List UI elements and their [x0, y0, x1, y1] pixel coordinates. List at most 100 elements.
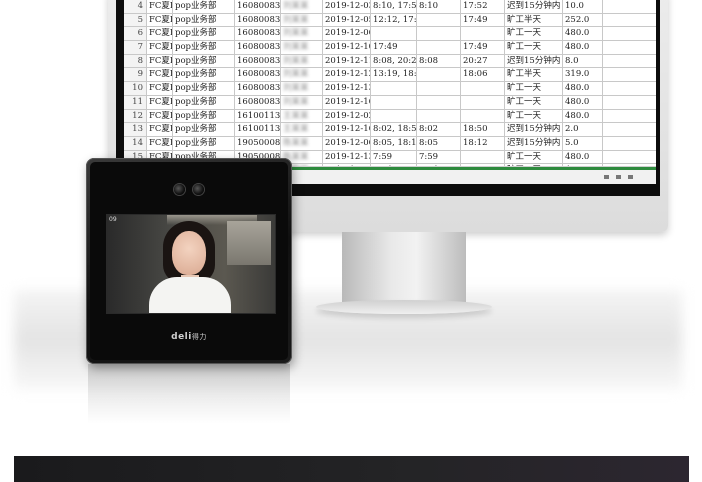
row-number[interactable]: 14	[124, 136, 146, 150]
empty-cell[interactable]	[602, 82, 656, 95]
amount-cell[interactable]: 480.0	[562, 150, 602, 164]
empty-cell[interactable]	[602, 0, 656, 13]
date-cell[interactable]: 2019-12-16	[322, 123, 370, 136]
employee-name-cell[interactable]: 刘某某	[280, 27, 322, 41]
row-number[interactable]: 13	[124, 123, 146, 136]
row-number[interactable]: 7	[124, 41, 146, 54]
employee-id-cell[interactable]: 16100113	[234, 109, 280, 123]
empty-cell[interactable]	[602, 13, 656, 27]
company-cell[interactable]: FC夏B	[146, 0, 172, 13]
clock-out-cell[interactable]: 18:50	[460, 123, 504, 136]
company-cell[interactable]: FC夏B	[146, 54, 172, 68]
status-cell[interactable]: 迟到15分钟内	[504, 0, 562, 13]
employee-id-cell[interactable]: 16080083	[234, 0, 280, 13]
punch-times-cell[interactable]: 8:10, 17:52	[370, 0, 416, 13]
empty-cell[interactable]	[602, 109, 656, 123]
dept-cell[interactable]: pop业务部	[172, 27, 234, 41]
amount-cell[interactable]: 480.0	[562, 95, 602, 109]
date-cell[interactable]: 2019-12-10	[322, 41, 370, 54]
date-cell[interactable]: 2019-12-06	[322, 136, 370, 150]
status-cell[interactable]: 旷工一天	[504, 95, 562, 109]
employee-name-cell[interactable]: 刘某某	[280, 95, 322, 109]
view-pagebreak-icon[interactable]	[628, 175, 633, 179]
clock-in-cell[interactable]: 8:05	[416, 136, 460, 150]
clock-out-cell[interactable]: 17:49	[460, 13, 504, 27]
employee-id-cell[interactable]: 16080083	[234, 82, 280, 95]
device-display[interactable]: 09	[106, 214, 276, 314]
punch-times-cell[interactable]: 8:08, 20:27	[370, 54, 416, 68]
clock-out-cell[interactable]: 18:12	[460, 136, 504, 150]
punch-times-cell[interactable]: 13:19, 18:0	[370, 68, 416, 82]
status-cell[interactable]: 旷工半天	[504, 13, 562, 27]
status-cell[interactable]: 迟到15分钟内	[504, 123, 562, 136]
clock-in-cell[interactable]: 7:59	[416, 150, 460, 164]
dept-cell[interactable]: pop业务部	[172, 136, 234, 150]
dept-cell[interactable]: pop业务部	[172, 13, 234, 27]
date-cell[interactable]: 2019-12-13	[322, 150, 370, 164]
company-cell[interactable]: FC夏B	[146, 27, 172, 41]
employee-id-cell[interactable]: 16100113	[234, 123, 280, 136]
status-cell[interactable]: 旷工一天	[504, 27, 562, 41]
status-cell[interactable]: 旷工一天	[504, 109, 562, 123]
employee-id-cell[interactable]: 16080083	[234, 68, 280, 82]
clock-out-cell[interactable]	[460, 109, 504, 123]
employee-id-cell[interactable]: 16080083	[234, 54, 280, 68]
clock-in-cell[interactable]	[416, 109, 460, 123]
punch-times-cell[interactable]	[370, 27, 416, 41]
date-cell[interactable]: 2019-12-13	[322, 82, 370, 95]
status-cell[interactable]: 旷工一天	[504, 82, 562, 95]
row-number[interactable]: 11	[124, 95, 146, 109]
punch-times-cell[interactable]: 17:49	[370, 41, 416, 54]
empty-cell[interactable]	[602, 54, 656, 68]
empty-cell[interactable]	[602, 123, 656, 136]
punch-times-cell[interactable]: 8:05, 18:12	[370, 136, 416, 150]
dept-cell[interactable]: pop业务部	[172, 54, 234, 68]
empty-cell[interactable]	[602, 136, 656, 150]
status-cell[interactable]: 旷工一天	[504, 150, 562, 164]
dept-cell[interactable]: pop业务部	[172, 41, 234, 54]
punch-times-cell[interactable]	[370, 109, 416, 123]
employee-name-cell[interactable]: 刘某某	[280, 13, 322, 27]
employee-name-cell[interactable]: 刘某某	[280, 54, 322, 68]
row-number[interactable]: 12	[124, 109, 146, 123]
company-cell[interactable]: FC夏B	[146, 95, 172, 109]
dept-cell[interactable]: pop业务部	[172, 68, 234, 82]
dept-cell[interactable]: pop业务部	[172, 95, 234, 109]
date-cell[interactable]: 2019-12-02	[322, 109, 370, 123]
clock-out-cell[interactable]: 17:52	[460, 0, 504, 13]
employee-id-cell[interactable]: 16080083	[234, 41, 280, 54]
view-normal-icon[interactable]	[604, 175, 609, 179]
row-number[interactable]: 6	[124, 27, 146, 41]
row-number[interactable]: 5	[124, 13, 146, 27]
empty-cell[interactable]	[602, 68, 656, 82]
date-cell[interactable]: 2019-12-06	[322, 27, 370, 41]
amount-cell[interactable]: 5.0	[562, 136, 602, 150]
employee-name-cell[interactable]: 刘某某	[280, 82, 322, 95]
date-cell[interactable]: 2019-12-16	[322, 95, 370, 109]
company-cell[interactable]: FC夏B	[146, 136, 172, 150]
dept-cell[interactable]: pop业务部	[172, 109, 234, 123]
clock-out-cell[interactable]	[460, 27, 504, 41]
company-cell[interactable]: FC夏B	[146, 82, 172, 95]
clock-out-cell[interactable]	[460, 95, 504, 109]
clock-in-cell[interactable]	[416, 68, 460, 82]
amount-cell[interactable]: 10.0	[562, 0, 602, 13]
row-number[interactable]: 8	[124, 54, 146, 68]
employee-id-cell[interactable]: 19050008	[234, 136, 280, 150]
employee-name-cell[interactable]: 刘某某	[280, 0, 322, 13]
status-cell[interactable]: 旷工一天	[504, 41, 562, 54]
date-cell[interactable]: 2019-12-03	[322, 0, 370, 13]
amount-cell[interactable]: 480.0	[562, 82, 602, 95]
amount-cell[interactable]: 480.0	[562, 41, 602, 54]
row-number[interactable]: 4	[124, 0, 146, 13]
employee-name-cell[interactable]: 王某某	[280, 109, 322, 123]
status-cell[interactable]: 旷工半天	[504, 68, 562, 82]
dept-cell[interactable]: pop业务部	[172, 0, 234, 13]
amount-cell[interactable]: 252.0	[562, 13, 602, 27]
amount-cell[interactable]: 8.0	[562, 54, 602, 68]
date-cell[interactable]: 2019-12-05	[322, 13, 370, 27]
dept-cell[interactable]: pop业务部	[172, 123, 234, 136]
clock-in-cell[interactable]	[416, 82, 460, 95]
clock-in-cell[interactable]	[416, 41, 460, 54]
clock-in-cell[interactable]	[416, 13, 460, 27]
